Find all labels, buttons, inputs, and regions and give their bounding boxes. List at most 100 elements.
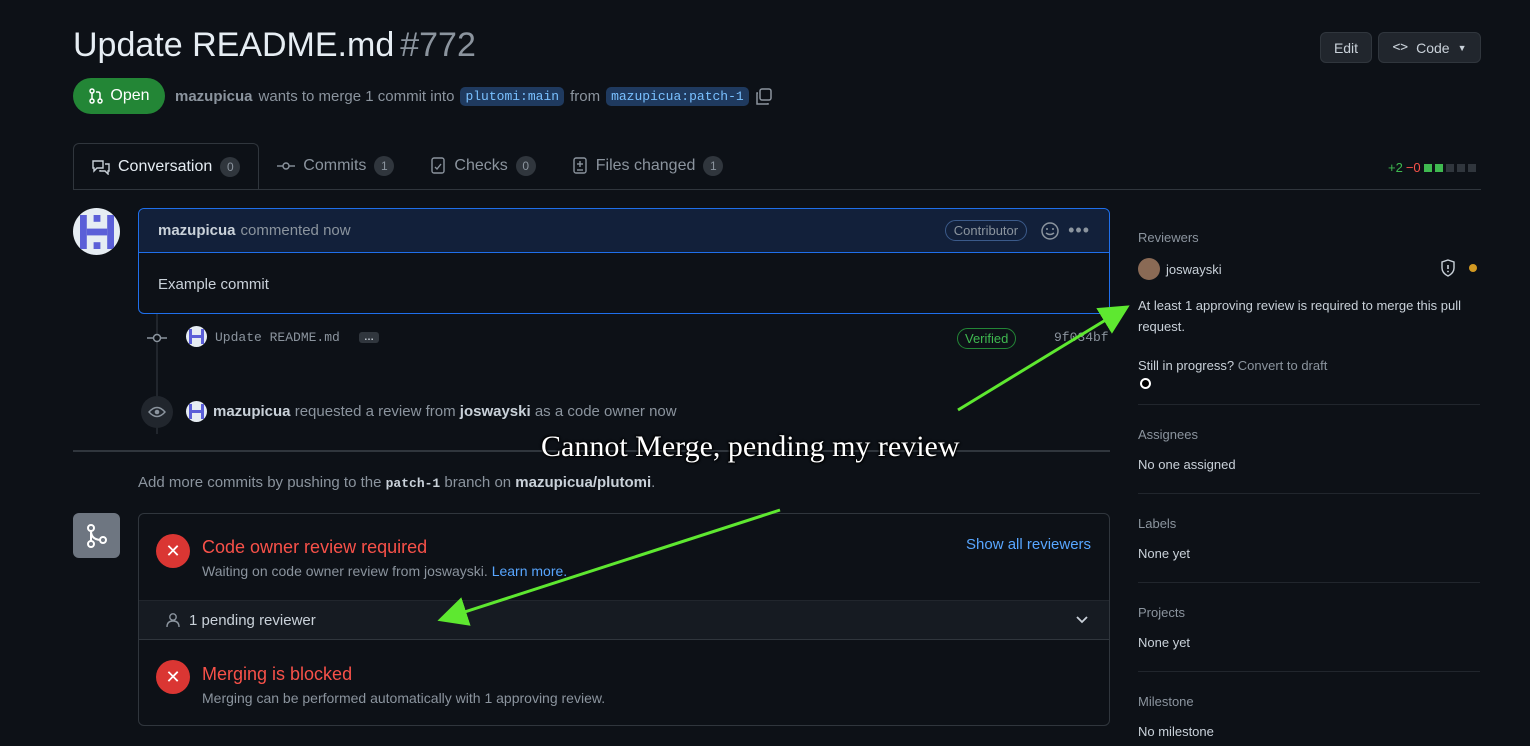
- commit-message[interactable]: Update README.md: [215, 330, 340, 345]
- identicon-icon: [79, 214, 114, 249]
- comment-header: mazupicua commented now Contributor •••: [139, 209, 1109, 253]
- author-avatar[interactable]: [73, 208, 120, 255]
- base-branch[interactable]: plutomi:main: [460, 87, 565, 106]
- tab-divider: [73, 189, 1481, 190]
- push-hint: Add more commits by pushing to the patch…: [138, 474, 655, 491]
- caret-down-icon: ▼: [1457, 42, 1467, 53]
- identicon-icon: [189, 404, 204, 419]
- approval-note: At least 1 approving review is required …: [1138, 298, 1461, 334]
- reviewer-avatar[interactable]: [1138, 258, 1160, 280]
- still-text: Still in progress?: [1138, 358, 1235, 373]
- tab-counter: 0: [515, 156, 536, 176]
- event-avatar[interactable]: [186, 401, 207, 422]
- review-event: mazupicua requested a review from josway…: [213, 403, 677, 420]
- contributor-badge: Contributor: [944, 220, 1028, 241]
- learn-more-link[interactable]: Learn more.: [492, 563, 567, 579]
- merge-text: wants to merge 1 commit into: [258, 88, 455, 105]
- comment-body: Example commit: [158, 276, 269, 293]
- tab-files-changed[interactable]: Files changed 1: [554, 143, 742, 189]
- conversation-icon: [92, 159, 110, 175]
- diff-block: [1456, 163, 1465, 172]
- commit-avatar[interactable]: [186, 326, 207, 347]
- push-hint-end: .: [651, 474, 656, 491]
- show-all-reviewers-link[interactable]: Show all reviewers: [966, 536, 1091, 553]
- x-circle-icon: ✕: [156, 660, 190, 694]
- code-button[interactable]: <> Code ▼: [1378, 32, 1481, 63]
- projects-heading[interactable]: Projects: [1138, 605, 1185, 620]
- push-hint-text: branch on: [444, 474, 512, 491]
- pending-label: 1 pending reviewer: [189, 611, 316, 629]
- smiley-icon[interactable]: [1040, 221, 1060, 241]
- from-text: from: [570, 88, 601, 105]
- assignees-value: No one assigned: [1138, 457, 1236, 472]
- tab-conversation[interactable]: Conversation 0: [73, 143, 260, 189]
- sidebar-divider: [1138, 404, 1480, 405]
- diff-deletions: −0: [1405, 160, 1421, 175]
- head-branch[interactable]: mazupicua:patch-1: [606, 87, 749, 106]
- review-desc-text: Waiting on code owner review from josway…: [202, 563, 488, 579]
- reviewer-name[interactable]: joswayski: [1166, 262, 1222, 277]
- push-hint-branch: patch-1: [385, 476, 441, 491]
- pr-title-text: Update README.md: [73, 26, 395, 64]
- file-diff-icon: [573, 157, 587, 174]
- pr-tabs: Conversation 0 Commits 1 Checks 0 Files …: [73, 143, 741, 189]
- verified-badge[interactable]: Verified: [957, 328, 1017, 349]
- state-badge-open: Open: [73, 78, 165, 114]
- copy-icon[interactable]: [755, 87, 773, 106]
- tab-counter: 1: [703, 156, 724, 176]
- edit-button[interactable]: Edit: [1320, 32, 1372, 63]
- tab-label: Conversation: [118, 157, 213, 175]
- diff-block: [1445, 163, 1454, 172]
- pr-number: #772: [400, 26, 476, 64]
- convert-to-draft-link[interactable]: Convert to draft: [1238, 358, 1328, 373]
- event-reviewer[interactable]: joswayski: [460, 403, 531, 420]
- identicon-icon: [189, 329, 204, 344]
- event-text: as a code owner now: [534, 403, 677, 420]
- pull-request-icon: [89, 88, 104, 104]
- commit-icon: [277, 162, 296, 170]
- reviewers-heading[interactable]: Reviewers: [1138, 230, 1199, 245]
- labels-heading[interactable]: Labels: [1138, 516, 1176, 531]
- event-text: requested a review from: [294, 403, 456, 420]
- sidebar-divider: [1138, 671, 1480, 672]
- tab-commits[interactable]: Commits 1: [259, 143, 412, 189]
- pending-reviewers-toggle[interactable]: 1 pending reviewer: [139, 600, 1109, 640]
- review-required-title: Code owner review required: [202, 537, 428, 557]
- pr-meta: mazupicua wants to merge 1 commit into p…: [175, 87, 773, 106]
- push-hint-repo[interactable]: mazupicua/plutomi: [515, 474, 651, 491]
- shield-icon: [1441, 259, 1455, 277]
- kebab-horizontal-icon[interactable]: •••: [1068, 220, 1090, 241]
- draft-hint: Still in progress? Convert to draft: [1138, 358, 1327, 373]
- tab-label: Files changed: [595, 157, 696, 174]
- state-label: Open: [110, 87, 150, 104]
- annotation-arrow: [957, 305, 1130, 412]
- chevron-down-icon: [1076, 616, 1088, 624]
- author-link[interactable]: mazupicua: [175, 88, 253, 105]
- comment-author[interactable]: mazupicua: [158, 222, 236, 239]
- review-required-desc: Waiting on code owner review from josway…: [202, 563, 567, 579]
- code-button-label: Code: [1416, 39, 1450, 56]
- sidebar-divider: [1138, 582, 1480, 583]
- person-icon: [166, 613, 180, 628]
- comment-time[interactable]: commented now: [241, 222, 351, 239]
- review-event-badge: [141, 396, 173, 428]
- tab-label: Commits: [303, 157, 367, 174]
- assignees-heading[interactable]: Assignees: [1138, 427, 1198, 442]
- milestone-heading[interactable]: Milestone: [1138, 694, 1194, 709]
- pr-title: Update README.md #772: [73, 26, 476, 65]
- push-hint-text: Add more commits by pushing to the: [138, 474, 382, 491]
- tab-checks[interactable]: Checks 0: [412, 143, 553, 189]
- commit-expand-button[interactable]: …: [359, 332, 379, 343]
- tab-counter: 1: [374, 156, 395, 176]
- diff-additions: +2: [1388, 160, 1403, 175]
- merge-blocked-desc: Merging can be performed automatically w…: [202, 690, 606, 706]
- cursor-icon: [1140, 378, 1151, 389]
- merge-blocked-title: Merging is blocked: [202, 664, 353, 684]
- merge-status-icon: [73, 513, 120, 558]
- diff-block: [1434, 163, 1443, 172]
- diff-block: [1423, 163, 1432, 172]
- tab-counter: 0: [220, 156, 241, 177]
- event-actor[interactable]: mazupicua: [213, 403, 291, 420]
- commit-sha[interactable]: 9f034bf: [1054, 330, 1109, 345]
- diffstat[interactable]: +2 −0: [1388, 160, 1476, 175]
